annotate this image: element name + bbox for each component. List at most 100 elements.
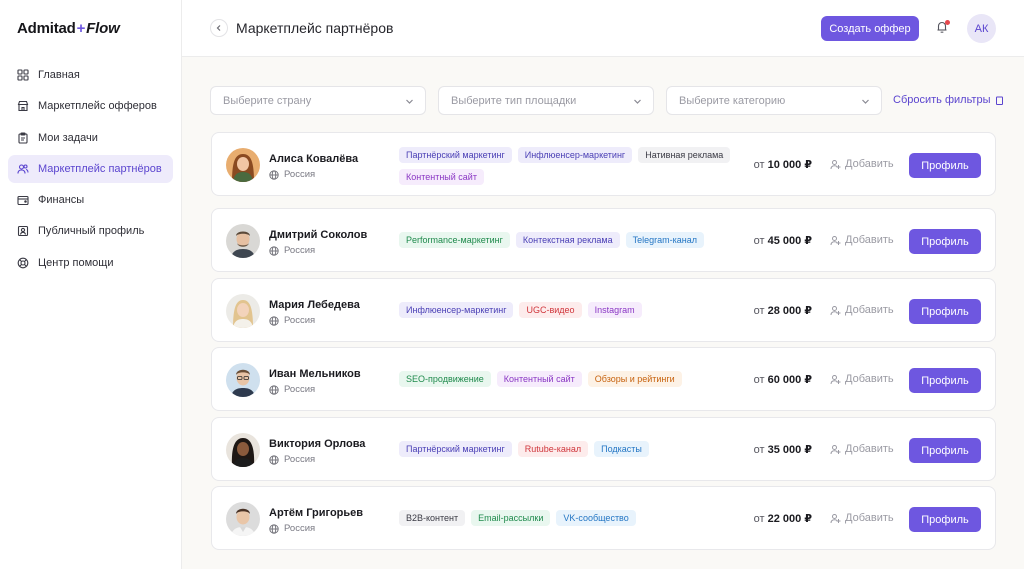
user-plus-icon xyxy=(830,305,841,315)
add-partner-button[interactable]: Добавить xyxy=(830,234,894,246)
wallet-icon xyxy=(17,196,29,206)
sidebar-item-label: Главная xyxy=(38,69,80,81)
user-avatar[interactable]: АК xyxy=(967,14,996,43)
clipboard-icon xyxy=(18,132,28,144)
sidebar-nav: Главная Маркетплейс офферов Мои задачи М… xyxy=(8,61,173,280)
category-tag: Instagram xyxy=(587,302,642,318)
add-partner-button[interactable]: Добавить xyxy=(830,373,894,385)
reset-filters-button[interactable]: Сбросить фильтры xyxy=(893,94,1004,106)
create-offer-button[interactable]: Создать оффер xyxy=(821,16,919,41)
notifications-button[interactable] xyxy=(935,20,951,36)
category-tag: Telegram-канал xyxy=(625,232,705,248)
grid-icon xyxy=(17,69,29,81)
category-tag: UGC-видео xyxy=(519,302,582,318)
partner-photo xyxy=(226,148,260,182)
category-select[interactable]: Выберите категорию xyxy=(666,86,882,115)
sidebar-item-my-tasks[interactable]: Мои задачи xyxy=(8,124,173,152)
add-label: Добавить xyxy=(845,158,894,170)
sidebar-item-help-center[interactable]: Центр помощи xyxy=(8,249,173,277)
category-tag: Контекстная реклама xyxy=(515,232,620,248)
app-logo[interactable]: Admitad+Flow xyxy=(17,20,120,37)
add-partner-button[interactable]: Добавить xyxy=(830,304,894,316)
logo-plus: + xyxy=(76,20,86,37)
profile-card-icon xyxy=(17,226,29,237)
back-button[interactable] xyxy=(210,19,228,37)
price-prefix: от xyxy=(753,235,765,247)
price-value: 28 000 ₽ xyxy=(767,305,812,317)
partner-tags: SEO-продвижение Контентный сайт Обзоры и р… xyxy=(399,371,744,387)
partner-country: Россия xyxy=(269,384,315,395)
user-plus-icon xyxy=(830,374,841,384)
country-select-placeholder: Выберите страну xyxy=(223,94,312,107)
profile-button[interactable]: Профиль xyxy=(909,438,981,463)
partner-name[interactable]: Дмитрий Соколов xyxy=(269,229,367,241)
sidebar-item-home[interactable]: Главная xyxy=(8,61,173,89)
category-tag: Performance-маркетинг xyxy=(399,232,510,248)
category-select-placeholder: Выберите категорию xyxy=(679,94,786,107)
sidebar-item-label: Центр помощи xyxy=(38,256,114,269)
lifebuoy-icon xyxy=(17,257,29,269)
category-tag: Инфлюенсер-маркетинг xyxy=(517,147,633,163)
country-select[interactable]: Выберите страну xyxy=(210,86,426,115)
partner-photo xyxy=(226,363,260,397)
country-label: Россия xyxy=(284,169,316,180)
add-partner-button[interactable]: Добавить xyxy=(830,512,894,524)
price-value: 60 000 ₽ xyxy=(767,374,812,386)
partner-country: Россия xyxy=(269,169,315,180)
partner-price: от 60 000 ₽ xyxy=(754,373,812,386)
category-tag: Rutube-канал xyxy=(517,441,589,457)
globe-icon xyxy=(269,523,279,534)
sidebar-item-offers-marketplace[interactable]: Маркетплейс офферов xyxy=(8,92,173,120)
category-tag: VK-сообщество xyxy=(556,510,636,526)
country-label: Россия xyxy=(284,315,316,326)
partner-tags: Performance-маркетинг Контекстная реклама… xyxy=(399,232,744,248)
category-tag: Нативная реклама xyxy=(638,147,731,163)
profile-button[interactable]: Профиль xyxy=(909,507,981,532)
partner-photo xyxy=(226,502,260,536)
chevron-down-icon xyxy=(634,99,641,104)
partner-card: Алиса Ковалёва Россия Партнёрский маркет… xyxy=(211,132,996,196)
partner-name[interactable]: Артём Григорьев xyxy=(269,507,363,519)
add-label: Добавить xyxy=(845,234,894,246)
category-tag: Подкасты xyxy=(594,441,649,457)
partner-card: Виктория Орлова Россия Партнёрский марке… xyxy=(211,417,996,481)
price-prefix: от xyxy=(753,513,765,525)
add-partner-button[interactable]: Добавить xyxy=(830,443,894,455)
sidebar: Admitad+Flow Главная Маркетплейс офферов… xyxy=(0,0,182,569)
category-tag: Контентный сайт xyxy=(399,169,484,185)
partner-name[interactable]: Алиса Ковалёва xyxy=(269,153,358,165)
user-plus-icon xyxy=(830,159,841,169)
trash-icon xyxy=(995,96,1003,105)
partner-name[interactable]: Иван Мельников xyxy=(269,368,361,380)
sidebar-item-finance[interactable]: Финансы xyxy=(8,186,173,214)
partner-price: от 45 000 ₽ xyxy=(754,234,812,247)
user-plus-icon xyxy=(830,444,841,454)
sidebar-item-partners-marketplace[interactable]: Маркетплейс партнёров xyxy=(8,154,173,183)
partner-card: Дмитрий Соколов Россия Performance-марке… xyxy=(211,208,996,272)
category-tag: Обзоры и рейтинги xyxy=(587,371,682,387)
category-tag: Контентный сайт xyxy=(496,371,582,387)
sidebar-item-public-profile[interactable]: Публичный профиль xyxy=(8,217,173,245)
category-tag: Email-рассылки xyxy=(471,510,551,526)
price-value: 45 000 ₽ xyxy=(767,235,812,247)
category-tag: B2B-контент xyxy=(399,510,466,526)
partner-card: Иван Мельников Россия SEO-продвижение Кон… xyxy=(211,347,996,411)
partner-price: от 28 000 ₽ xyxy=(754,304,812,317)
platform-type-select-placeholder: Выберите тип площадки xyxy=(451,94,577,107)
platform-type-select[interactable]: Выберите тип площадки xyxy=(438,86,654,115)
add-partner-button[interactable]: Добавить xyxy=(830,158,894,170)
profile-button[interactable]: Профиль xyxy=(909,299,981,324)
partner-name[interactable]: Виктория Орлова xyxy=(269,438,365,450)
profile-button[interactable]: Профиль xyxy=(909,153,981,178)
add-label: Добавить xyxy=(845,443,894,455)
sidebar-item-label: Публичный профиль xyxy=(38,225,145,238)
partner-photo xyxy=(226,433,260,467)
price-prefix: от xyxy=(753,159,765,171)
profile-button[interactable]: Профиль xyxy=(909,368,981,393)
top-header: Маркетплейс партнёров Создать оффер АК xyxy=(182,0,1024,57)
reset-filters-label: Сбросить фильтры xyxy=(893,94,991,106)
partner-card: Мария Лебедева Россия Инфлюенсер-маркети… xyxy=(211,278,996,342)
profile-button[interactable]: Профиль xyxy=(909,229,981,254)
category-tag: Партнёрский маркетинг xyxy=(399,441,512,457)
partner-name[interactable]: Мария Лебедева xyxy=(269,299,360,311)
